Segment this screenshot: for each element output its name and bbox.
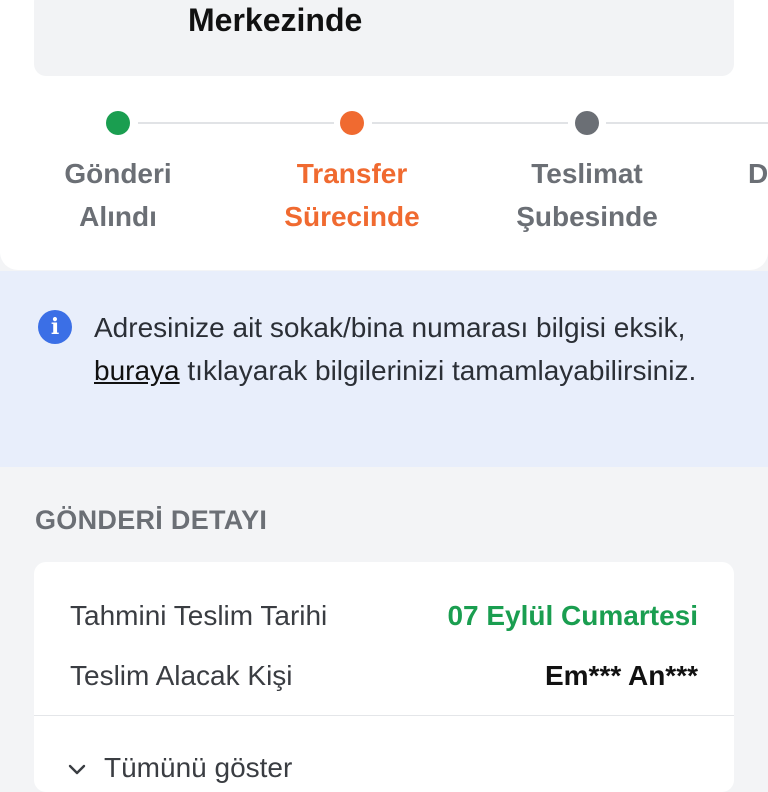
- step-label-line: Gönderi: [64, 158, 172, 189]
- status-title: Merkezinde: [188, 2, 363, 38]
- section-title: GÖNDERİ DETAYI: [35, 505, 268, 535]
- info-text-before: Adresinize ait sokak/bina numarası bilgi…: [94, 312, 686, 343]
- step-label-partial: D: [748, 152, 768, 195]
- step-dot-done: [106, 111, 130, 135]
- step-dot-active: [340, 111, 364, 135]
- step-label-line: D: [748, 158, 768, 189]
- card-divider: [34, 715, 734, 716]
- info-icon: i: [38, 310, 72, 344]
- stepper-connector: [138, 122, 334, 124]
- estimated-delivery-label: Tahmini Teslim Tarihi: [70, 600, 328, 631]
- stepper-connector: [606, 122, 768, 124]
- chevron-down-icon: [68, 764, 86, 774]
- estimated-delivery-value: 07 Eylül Cumartesi: [447, 600, 698, 631]
- step-label-line: Teslimat: [531, 158, 643, 189]
- step-label-delivery-branch: Teslimat Şubesinde: [487, 152, 687, 238]
- step-label-line: Alındı: [79, 201, 157, 232]
- step-label-received: Gönderi Alındı: [18, 152, 218, 238]
- stepper-connector: [372, 122, 568, 124]
- status-icon: [72, 0, 152, 16]
- step-dot-pending: [575, 111, 599, 135]
- info-text-after: tıklayarak bilgilerinizi tamamlayabilirs…: [179, 355, 697, 386]
- recipient-label: Teslim Alacak Kişi: [70, 660, 293, 691]
- recipient-value: Em*** An***: [544, 660, 698, 691]
- step-label-transfer: Transfer Sürecinde: [252, 152, 452, 238]
- step-label-line: Transfer: [296, 158, 408, 189]
- info-message: Adresinize ait sokak/bina numarası bilgi…: [94, 306, 734, 392]
- show-all-button[interactable]: Tümünü göster: [68, 752, 292, 784]
- step-label-line: Şubesinde: [516, 201, 658, 232]
- step-label-line: Sürecinde: [284, 201, 420, 232]
- address-complete-link[interactable]: buraya: [94, 355, 180, 386]
